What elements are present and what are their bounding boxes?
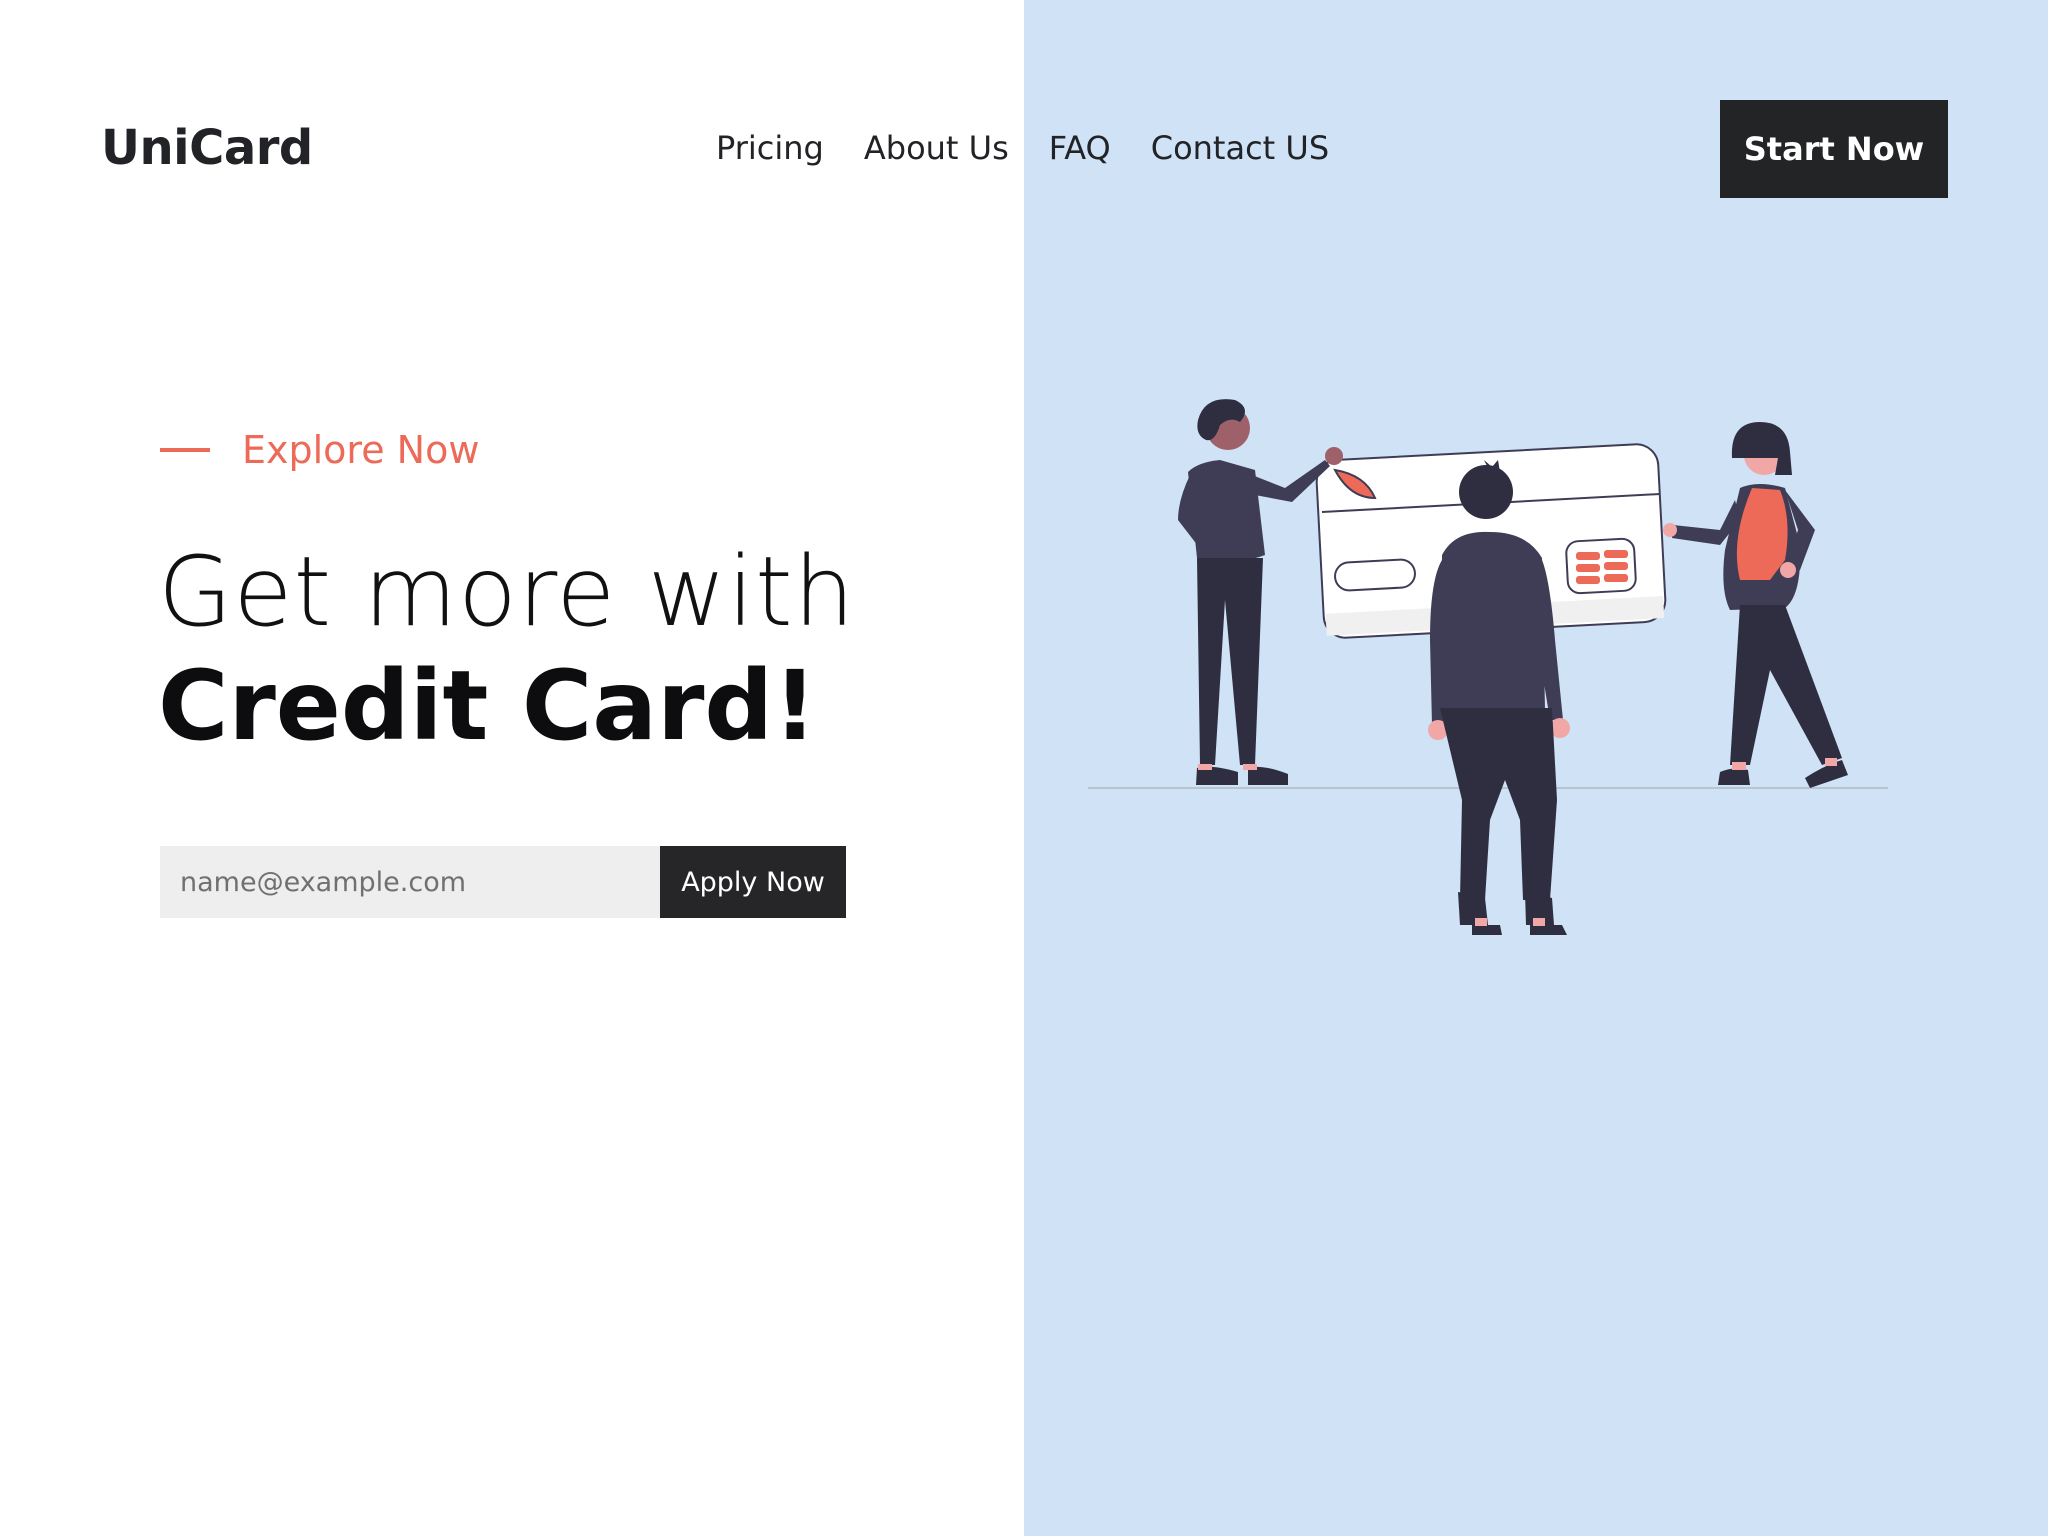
nav-faq[interactable]: FAQ (1049, 124, 1111, 172)
person-left (1178, 399, 1343, 785)
people-with-credit-card-illustration (1088, 399, 1888, 935)
main-nav: Pricing About Us FAQ Contact US (716, 124, 1329, 172)
explore-now-label: Explore Now (242, 428, 480, 472)
landing-page: UniCard Pricing About Us FAQ Contact US … (0, 0, 2048, 1536)
start-now-button[interactable]: Start Now (1720, 100, 1948, 198)
nav-pricing[interactable]: Pricing (716, 124, 824, 172)
headline-light: Get more with (158, 536, 856, 648)
nav-contact-us[interactable]: Contact US (1151, 124, 1329, 172)
apply-now-button[interactable]: Apply Now (660, 846, 846, 918)
explore-now-link[interactable]: Explore Now (160, 426, 479, 474)
accent-dash (160, 448, 210, 452)
logo[interactable]: UniCard (101, 118, 313, 178)
signup-form: Apply Now (160, 846, 846, 918)
nav-about-us[interactable]: About Us (864, 124, 1009, 172)
person-right (1663, 422, 1848, 788)
headline-bold: Credit Card! (158, 650, 817, 762)
email-input[interactable] (160, 846, 660, 918)
